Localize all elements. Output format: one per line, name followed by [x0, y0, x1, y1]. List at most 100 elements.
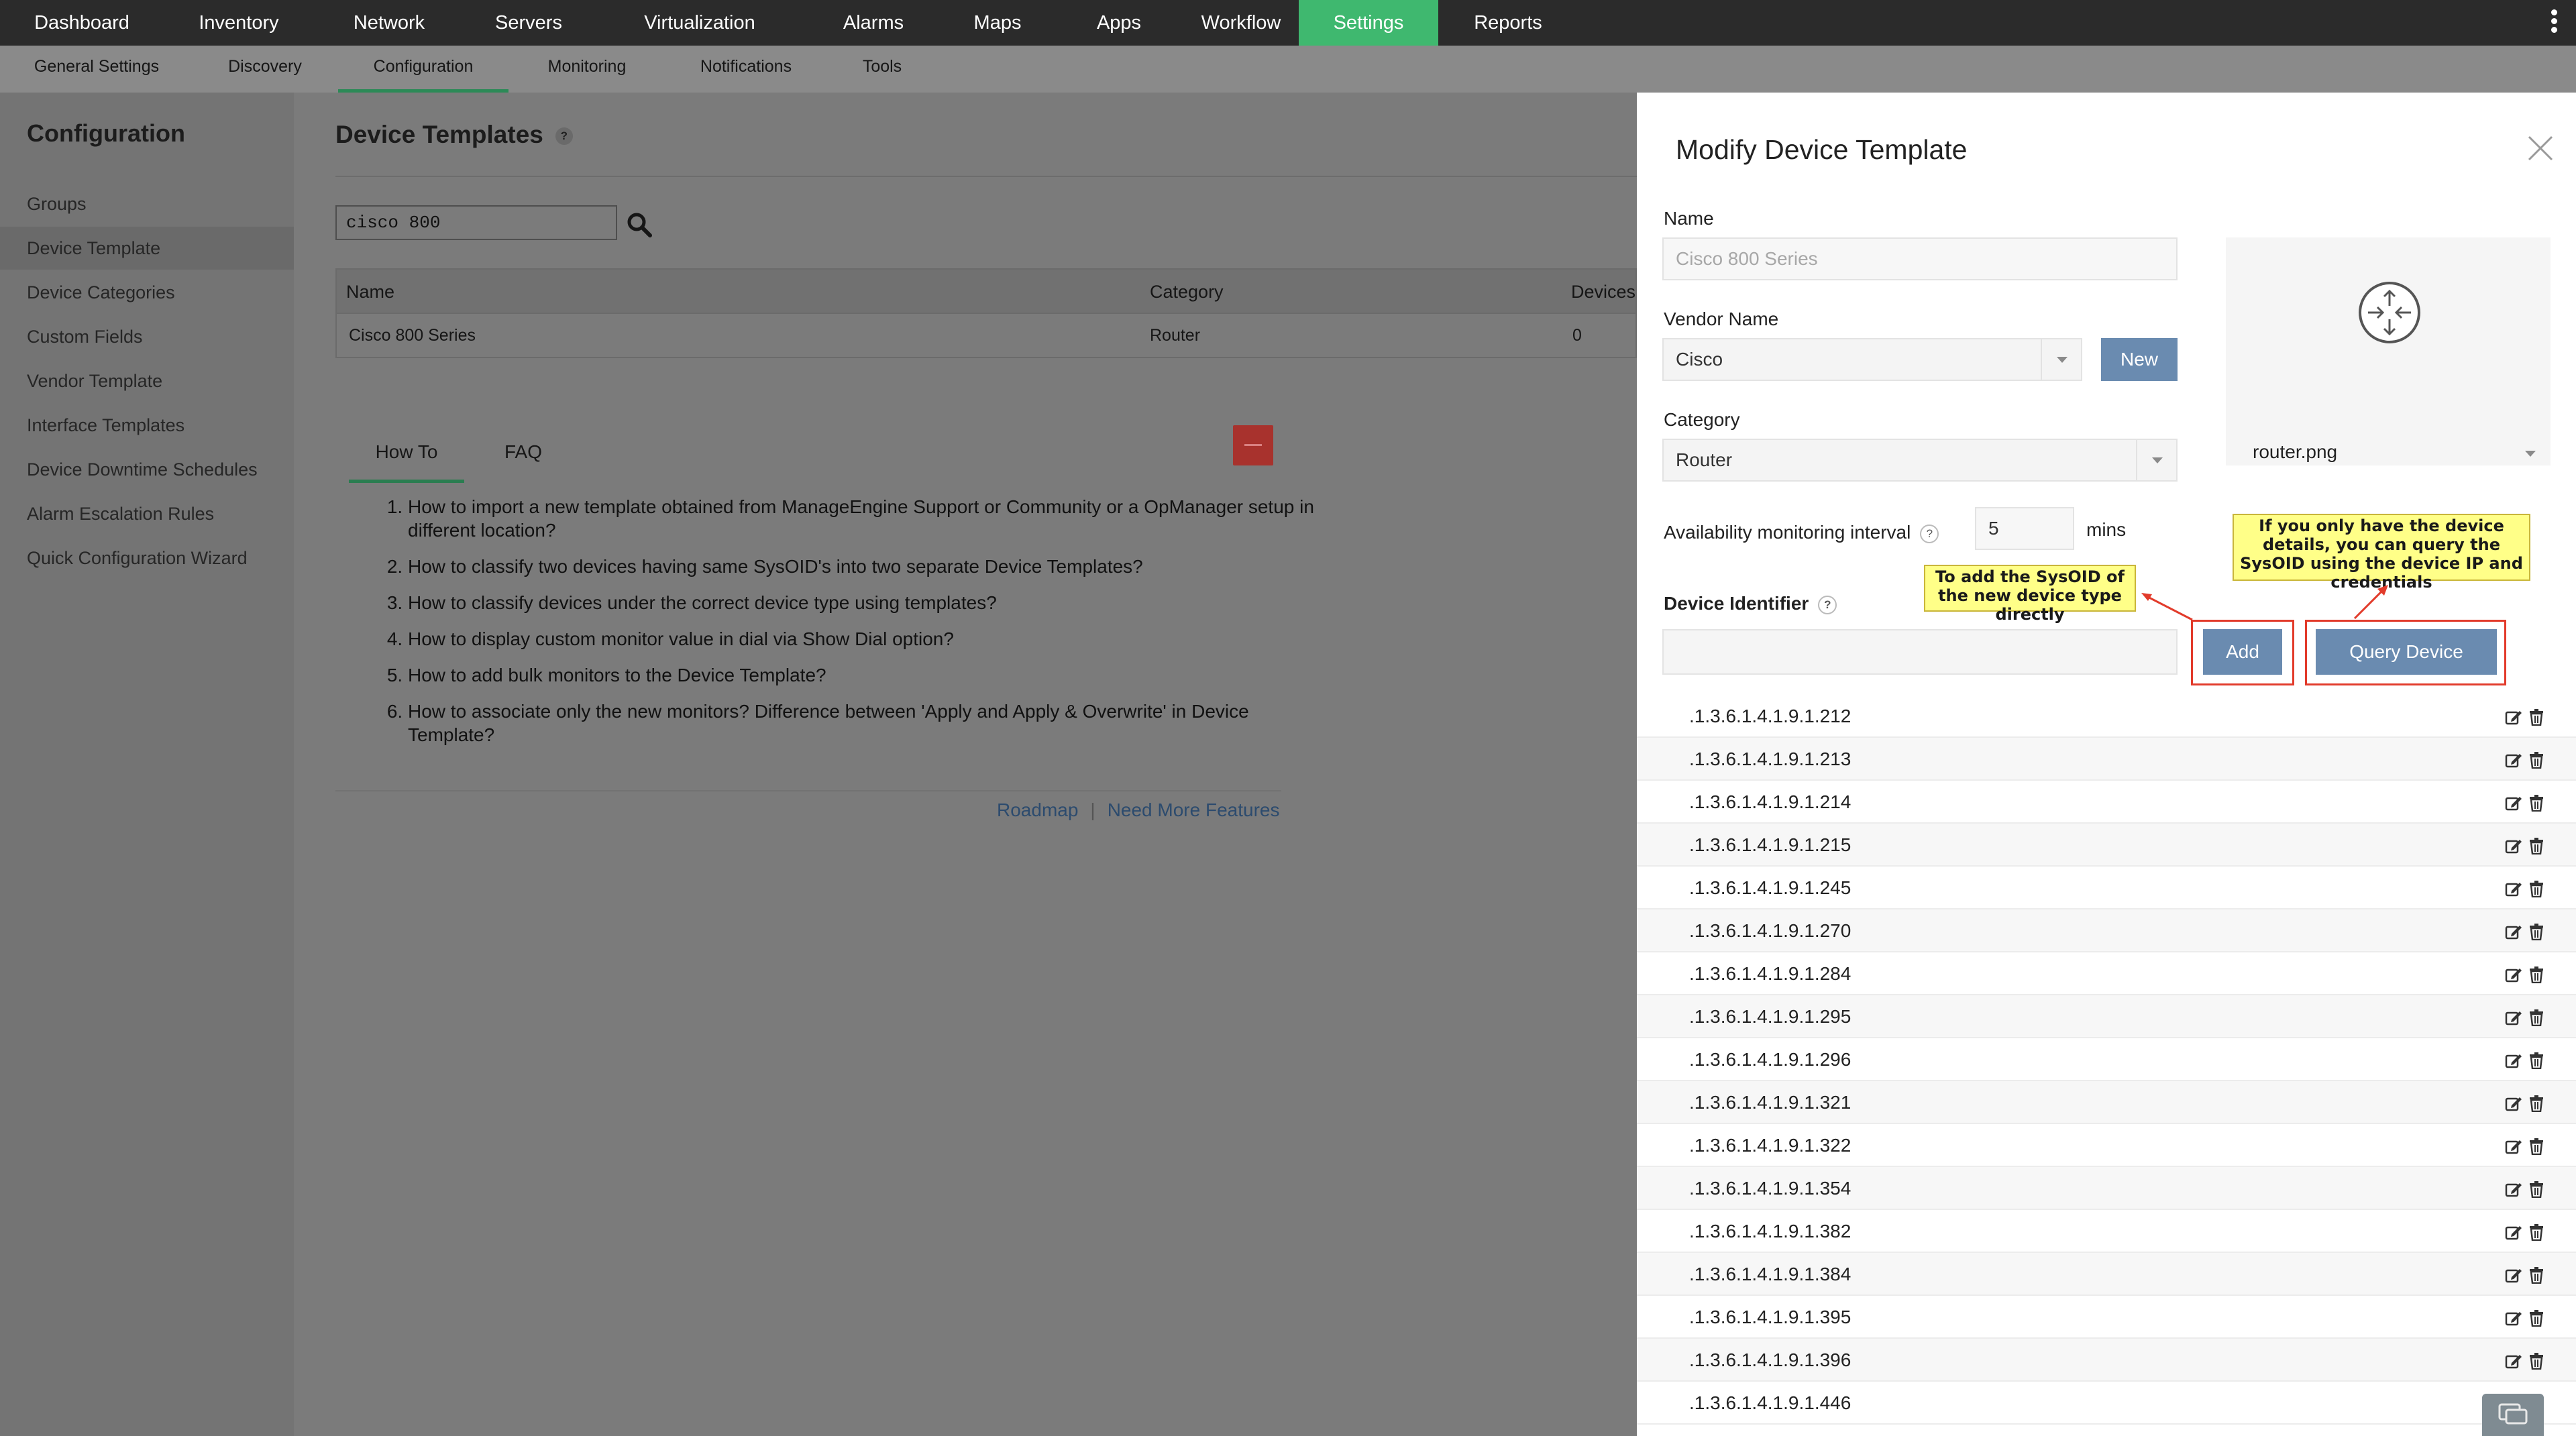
device-identifier-label: Device Identifier? — [1664, 593, 1837, 614]
trash-icon[interactable] — [2529, 1052, 2544, 1069]
tab-how-to[interactable]: How To — [349, 421, 464, 483]
search-icon[interactable] — [625, 211, 653, 239]
sidebar-item-device-template[interactable]: Device Template — [0, 227, 294, 270]
nav-settings[interactable]: Settings — [1299, 0, 1438, 46]
trash-icon[interactable] — [2529, 1180, 2544, 1198]
help-icon[interactable]: ? — [1920, 524, 1939, 543]
close-icon[interactable] — [2526, 134, 2555, 162]
sidebar-item-device-categories[interactable]: Device Categories — [0, 271, 294, 314]
subnav-monitoring[interactable]: Monitoring — [523, 46, 651, 93]
edit-icon[interactable] — [2505, 1052, 2522, 1069]
faq-item[interactable]: How to display custom monitor value in d… — [408, 627, 1334, 651]
nav-virtualization[interactable]: Virtualization — [593, 0, 806, 46]
cell-name[interactable]: Cisco 800 Series — [349, 314, 476, 357]
sysoid-value: .1.3.6.1.4.1.9.1.382 — [1689, 1221, 1851, 1241]
edit-icon[interactable] — [2505, 794, 2522, 812]
new-vendor-button[interactable]: New — [2101, 338, 2178, 381]
faq-item[interactable]: How to classify two devices having same … — [408, 555, 1334, 578]
edit-icon[interactable] — [2505, 751, 2522, 769]
edit-icon[interactable] — [2505, 1138, 2522, 1155]
trash-icon[interactable] — [2529, 1223, 2544, 1241]
chevron-down-icon[interactable] — [2525, 451, 2536, 457]
sidebar-item-interface-templates[interactable]: Interface Templates — [0, 404, 294, 447]
trash-icon[interactable] — [2529, 1352, 2544, 1370]
trash-icon[interactable] — [2529, 923, 2544, 940]
faq-item[interactable]: How to associate only the new monitors? … — [408, 700, 1334, 747]
nav-inventory[interactable]: Inventory — [164, 0, 314, 46]
device-identifier-input[interactable] — [1662, 629, 2178, 675]
tab-faq[interactable]: FAQ — [483, 421, 564, 483]
sidebar-item-quick-config-wizard[interactable]: Quick Configuration Wizard — [0, 537, 294, 579]
nav-reports[interactable]: Reports — [1438, 0, 1578, 46]
column-header-name[interactable]: Name — [346, 270, 394, 314]
trash-icon[interactable] — [2529, 1095, 2544, 1112]
sidebar-item-vendor-template[interactable]: Vendor Template — [0, 360, 294, 402]
nav-alarms[interactable]: Alarms — [806, 0, 941, 46]
edit-icon[interactable] — [2505, 837, 2522, 854]
faq-item[interactable]: How to import a new template obtained fr… — [408, 495, 1334, 542]
list-item: .1.3.6.1.4.1.9.1.215 — [1637, 824, 2576, 867]
trash-icon[interactable] — [2529, 708, 2544, 726]
add-button[interactable]: Add — [2203, 629, 2282, 675]
need-more-features-link[interactable]: Need More Features — [1108, 799, 1280, 820]
collapse-icon[interactable] — [1233, 425, 1273, 465]
edit-icon[interactable] — [2505, 1095, 2522, 1112]
edit-icon[interactable] — [2505, 1009, 2522, 1026]
edit-icon[interactable] — [2505, 923, 2522, 940]
edit-icon[interactable] — [2505, 1266, 2522, 1284]
faq-item[interactable]: How to classify devices under the correc… — [408, 591, 1334, 614]
nav-workflow[interactable]: Workflow — [1183, 0, 1299, 46]
trash-icon[interactable] — [2529, 1138, 2544, 1155]
column-header-devices[interactable]: Devices — [1571, 270, 1635, 314]
name-field[interactable]: Cisco 800 Series — [1662, 237, 2178, 280]
help-icon[interactable]: ? — [555, 127, 573, 146]
template-search-input[interactable]: cisco 800 — [335, 205, 617, 240]
subnav-notifications[interactable]: Notifications — [678, 46, 814, 93]
sidebar-item-custom-fields[interactable]: Custom Fields — [0, 315, 294, 358]
vendor-select[interactable]: Cisco — [1662, 338, 2082, 381]
sidebar-item-downtime-schedules[interactable]: Device Downtime Schedules — [0, 448, 294, 491]
sysoid-value: .1.3.6.1.4.1.9.1.284 — [1689, 963, 1851, 984]
trash-icon[interactable] — [2529, 1266, 2544, 1284]
name-label: Name — [1664, 208, 1714, 229]
sidebar-item-alarm-escalation[interactable]: Alarm Escalation Rules — [0, 492, 294, 535]
category-select[interactable]: Router — [1662, 439, 2178, 482]
edit-icon[interactable] — [2505, 1180, 2522, 1198]
trash-icon[interactable] — [2529, 1309, 2544, 1327]
trash-icon[interactable] — [2529, 794, 2544, 812]
sysoid-value: .1.3.6.1.4.1.9.1.384 — [1689, 1264, 1851, 1284]
trash-icon[interactable] — [2529, 837, 2544, 854]
kebab-menu-icon[interactable] — [2551, 9, 2559, 36]
trash-icon[interactable] — [2529, 1009, 2544, 1026]
chat-icon[interactable] — [2482, 1394, 2544, 1436]
trash-icon[interactable] — [2529, 966, 2544, 983]
trash-icon[interactable] — [2529, 751, 2544, 769]
nav-apps[interactable]: Apps — [1055, 0, 1183, 46]
top-navigation: Dashboard Inventory Network Servers Virt… — [0, 0, 2576, 46]
nav-servers[interactable]: Servers — [464, 0, 593, 46]
edit-icon[interactable] — [2505, 708, 2522, 726]
edit-icon[interactable] — [2505, 1223, 2522, 1241]
trash-icon[interactable] — [2529, 880, 2544, 897]
nav-network[interactable]: Network — [314, 0, 464, 46]
subnav-discovery[interactable]: Discovery — [201, 46, 329, 93]
interval-input[interactable]: 5 — [1975, 507, 2074, 550]
sidebar-item-groups[interactable]: Groups — [0, 182, 294, 225]
subnav-configuration[interactable]: Configuration — [338, 46, 508, 93]
nav-dashboard[interactable]: Dashboard — [0, 0, 164, 46]
help-icon[interactable]: ? — [1818, 595, 1837, 614]
edit-icon[interactable] — [2505, 1352, 2522, 1370]
list-item: .1.3.6.1.4.1.9.1.384 — [1637, 1253, 2576, 1296]
device-icon-picker[interactable]: router.png — [2226, 237, 2551, 465]
edit-icon[interactable] — [2505, 880, 2522, 897]
sysoid-value: .1.3.6.1.4.1.9.1.396 — [1689, 1349, 1851, 1370]
nav-maps[interactable]: Maps — [941, 0, 1055, 46]
faq-item[interactable]: How to add bulk monitors to the Device T… — [408, 663, 1334, 687]
subnav-general-settings[interactable]: General Settings — [12, 46, 181, 93]
subnav-tools[interactable]: Tools — [839, 46, 926, 93]
query-device-button[interactable]: Query Device — [2316, 629, 2497, 675]
edit-icon[interactable] — [2505, 1309, 2522, 1327]
column-header-category[interactable]: Category — [1150, 270, 1224, 314]
roadmap-link[interactable]: Roadmap — [997, 799, 1078, 820]
edit-icon[interactable] — [2505, 966, 2522, 983]
